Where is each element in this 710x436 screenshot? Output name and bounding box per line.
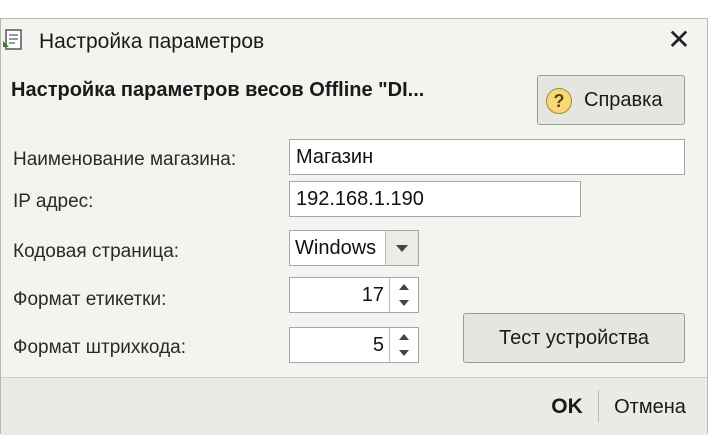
barcode-format-stepper[interactable]: 5 <box>289 327 419 363</box>
barcode-format-label: Формат штрихкода: <box>13 337 187 358</box>
window-title: Настройка параметров <box>39 30 265 53</box>
dropdown-arrow-icon[interactable] <box>385 231 418 265</box>
store-name-input[interactable]: Магазин <box>289 139 685 175</box>
codepage-value: Windows <box>295 237 377 259</box>
store-name-label: Наименование магазина: <box>13 149 237 170</box>
footer-divider <box>598 390 599 422</box>
close-button[interactable]: ✕ <box>665 25 693 55</box>
help-button-label: Справка <box>584 89 663 111</box>
spin-buttons <box>389 278 418 312</box>
spin-up-icon[interactable] <box>390 278 418 295</box>
ip-address-input[interactable]: 192.168.1.190 <box>289 181 581 217</box>
cancel-button[interactable]: Отмена <box>605 392 695 422</box>
help-button[interactable]: ? Справка <box>537 75 685 125</box>
help-icon: ? <box>546 88 572 114</box>
ip-address-label: IP адрес: <box>13 191 94 212</box>
settings-form-icon <box>1 27 27 53</box>
form-heading: Настройка параметров весов Offline "DI..… <box>11 79 425 101</box>
barcode-format-value: 5 <box>372 334 384 356</box>
spin-up-icon[interactable] <box>390 328 418 345</box>
title-bar[interactable]: Настройка параметров ✕ <box>1 19 707 61</box>
spin-down-icon[interactable] <box>390 345 418 362</box>
ok-button[interactable]: OK <box>539 392 595 422</box>
dialog-footer: OK Отмена <box>1 377 707 435</box>
spin-down-icon[interactable] <box>390 295 418 312</box>
label-format-stepper[interactable]: 17 <box>289 277 419 313</box>
test-device-button[interactable]: Тест устройства <box>463 313 685 363</box>
codepage-select[interactable]: Windows <box>289 230 419 266</box>
codepage-label: Кодовая страница: <box>13 241 180 262</box>
settings-dialog: Настройка параметров ✕ Настройка парамет… <box>0 18 708 435</box>
label-format-label: Формат етикетки: <box>13 289 167 310</box>
spin-buttons <box>389 328 418 362</box>
label-format-value: 17 <box>361 284 384 306</box>
